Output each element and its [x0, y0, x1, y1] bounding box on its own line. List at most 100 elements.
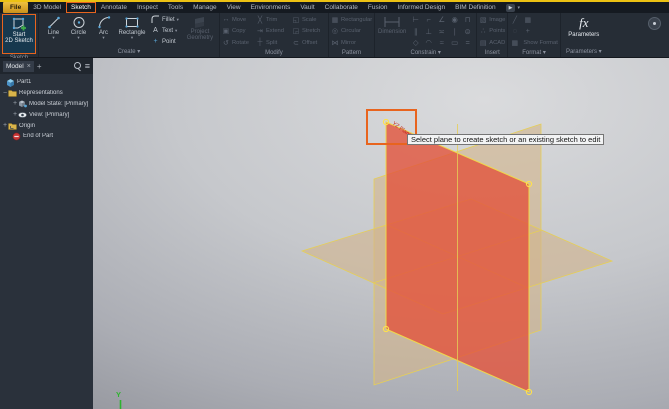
rectangular-pattern-icon: ▦ [331, 16, 339, 24]
tree-item-view[interactable]: + View: [Primary] [0, 109, 93, 120]
circle-icon [72, 15, 86, 30]
text-button[interactable]: A Text ▾ [151, 25, 179, 36]
image-icon: ▧ [479, 16, 487, 24]
tangent-constraint-icon[interactable]: ⊜ [461, 26, 474, 38]
project-geometry-button[interactable]: Project Geometry [183, 14, 217, 41]
tab-tools[interactable]: Tools [163, 2, 188, 13]
group-label-format[interactable]: Format ▾ [510, 49, 557, 58]
vertical-constraint-icon[interactable]: ∣ [448, 26, 461, 38]
lock-constraint-icon[interactable]: ⊓ [461, 14, 474, 26]
model-state-icon [18, 100, 27, 108]
concentric-constraint-icon[interactable]: ◉ [448, 14, 461, 26]
chevron-down-icon: ▾ [517, 5, 520, 11]
scale-icon: ◱ [292, 16, 300, 24]
rotate-icon: ↺ [222, 39, 230, 47]
centerline-format-icon[interactable]: ◌ [510, 28, 519, 35]
centerpoint-format-icon[interactable]: + [523, 28, 532, 35]
collinear-constraint-icon[interactable]: ⌐ [422, 14, 435, 26]
close-icon[interactable]: × [27, 61, 31, 72]
mirror-button[interactable]: ⋈Mirror [331, 37, 372, 49]
driven-dimension-icon[interactable]: ▦ [523, 16, 532, 24]
insert-points-button[interactable]: ∴Points [479, 26, 505, 38]
folder-icon [8, 89, 17, 97]
tree-item-origin[interactable]: + Origin [0, 120, 93, 131]
tab-collaborate[interactable]: Collaborate [320, 2, 363, 13]
tab-sketch[interactable]: Sketch [66, 2, 96, 13]
point-button[interactable]: + Point [151, 36, 179, 47]
angle-constraint-icon[interactable]: ∠ [435, 14, 448, 26]
rotate-button[interactable]: ↺Rotate [222, 37, 256, 49]
insert-acad-button[interactable]: ▤ACAD [479, 37, 505, 49]
search-icon[interactable] [73, 62, 82, 71]
rectangular-pattern-button[interactable]: ▦Rectangular [331, 14, 372, 26]
tree-item-end-of-part[interactable]: End of Part [0, 131, 93, 142]
parallel-constraint-icon[interactable]: ∥ [409, 26, 422, 38]
construction-format-icon[interactable]: ╱ [510, 16, 519, 24]
annotation-top-border [0, 0, 669, 2]
tab-bim-definition[interactable]: BIM Definition [450, 2, 500, 13]
equal-constraint-icon[interactable]: ≈ [435, 37, 448, 49]
move-button[interactable]: ↔Move [222, 14, 256, 26]
tab-file[interactable]: File [3, 2, 28, 13]
media-menu-button[interactable]: ▶ ▾ [506, 4, 520, 12]
tab-manage[interactable]: Manage [188, 2, 222, 13]
rectangle-button[interactable]: Rectangle ▾ [116, 14, 148, 40]
insert-image-button[interactable]: ▧Image [479, 14, 505, 26]
origin-folder-icon [8, 122, 17, 130]
circular-pattern-button[interactable]: ◎Circular [331, 26, 372, 38]
stretch-button[interactable]: ◲Stretch [292, 26, 326, 38]
viewport[interactable]: YZ Plane Y Select plane to create sketch… [93, 58, 669, 409]
arc-icon [97, 15, 111, 30]
group-label-create[interactable]: Create ▾ [41, 48, 217, 57]
extend-icon: ⇥ [256, 27, 264, 35]
tab-inspect[interactable]: Inspect [132, 2, 163, 13]
circle-button[interactable]: Circle ▾ [66, 14, 91, 40]
offset-icon: ⊂ [292, 39, 300, 47]
perpendicular-constraint-icon[interactable]: ⊥ [422, 26, 435, 38]
show-format-button[interactable]: ▦ Show Format [510, 37, 557, 49]
start-2d-sketch-button[interactable]: Start 2D Sketch [2, 14, 36, 54]
line-button[interactable]: Line ▾ [41, 14, 66, 40]
tab-3d-model[interactable]: 3D Model [28, 2, 66, 13]
auto-constraint-icon[interactable]: = [461, 37, 474, 49]
group-label-parameters[interactable]: Parameters ▾ [563, 48, 605, 57]
browser-tab-model[interactable]: Model × [3, 61, 34, 72]
copy-button[interactable]: ▣Copy [222, 26, 256, 38]
smooth-constraint-icon[interactable]: ◇ [409, 37, 422, 49]
offset-button[interactable]: ⊂Offset [292, 37, 326, 49]
chevron-down-icon: ▾ [175, 29, 177, 33]
tab-informed-design[interactable]: Informed Design [392, 2, 450, 13]
group-insert: ▧Image ∴Points ▤ACAD Insert [477, 13, 508, 57]
group-label-modify[interactable]: Modify [222, 49, 326, 58]
tab-annotate[interactable]: Annotate [96, 2, 132, 13]
parameters-button[interactable]: fx Parameters [563, 14, 605, 38]
group-pattern: ▦Rectangular ◎Circular ⋈Mirror Pattern [329, 13, 375, 57]
group-label-pattern[interactable]: Pattern [331, 49, 372, 58]
split-button[interactable]: ┼Split [256, 37, 292, 49]
horizontal-constraint-icon[interactable]: ≍ [435, 26, 448, 38]
group-label-insert[interactable]: Insert [479, 49, 505, 58]
help-icon[interactable] [648, 17, 661, 30]
scale-button[interactable]: ◱Scale [292, 14, 326, 26]
group-parameters: fx Parameters Parameters ▾ [561, 13, 607, 57]
fix-constraint-icon[interactable]: ▭ [448, 37, 461, 49]
dimension-button[interactable]: Dimension [377, 14, 407, 35]
symmetric-constraint-icon[interactable]: ◠ [422, 37, 435, 49]
tree-item-representations[interactable]: − Representations [0, 88, 93, 99]
fillet-button[interactable]: Fillet ▾ [151, 14, 179, 25]
group-label-constrain[interactable]: Constrain ▾ [377, 49, 474, 58]
arc-button[interactable]: Arc ▾ [91, 14, 116, 40]
tab-fusion[interactable]: Fusion [363, 2, 393, 13]
extend-button[interactable]: ⇥Extend [256, 26, 292, 38]
coincident-constraint-icon[interactable]: ⊢ [409, 14, 422, 26]
chevron-down-icon: ▾ [52, 36, 54, 40]
trim-button[interactable]: ╳Trim [256, 14, 292, 26]
tab-environments[interactable]: Environments [246, 2, 296, 13]
tab-view[interactable]: View [222, 2, 246, 13]
tree-item-model-state[interactable]: + Model State: [Primary] [0, 99, 93, 110]
add-browser-tab-button[interactable]: + [37, 62, 42, 71]
browser-menu-icon[interactable]: ≡ [85, 62, 90, 71]
tree-item-part1[interactable]: Part1 [0, 77, 93, 88]
tab-vault[interactable]: Vault [295, 2, 319, 13]
video-icon: ▶ [506, 4, 516, 12]
